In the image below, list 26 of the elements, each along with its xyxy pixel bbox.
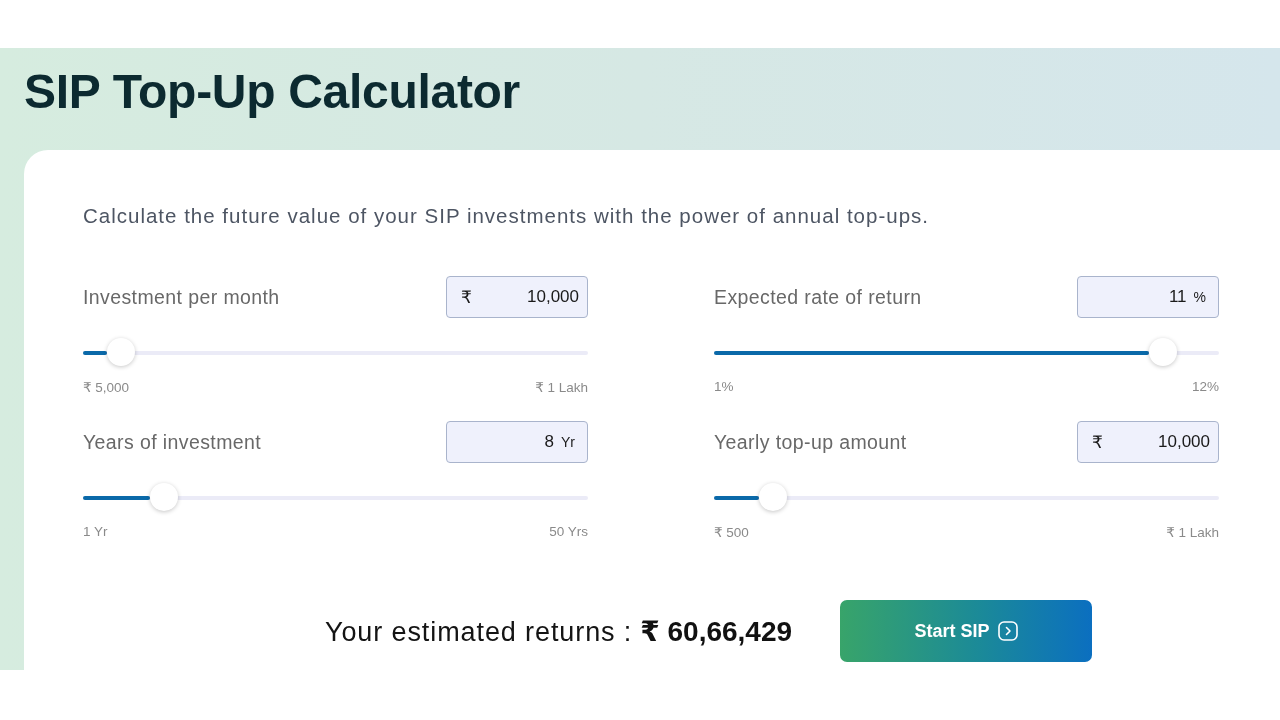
slider-thumb[interactable] xyxy=(106,338,135,366)
field-label: Expected rate of return xyxy=(714,285,922,309)
description-text: Calculate the future value of your SIP investments with the power of annual top-ups. xyxy=(83,204,929,228)
min-label: ₹ 500 xyxy=(714,524,749,540)
field-label: Yearly top-up amount xyxy=(714,430,907,454)
slider-thumb[interactable] xyxy=(1149,338,1178,366)
min-label: 1% xyxy=(714,379,734,394)
value-field[interactable]: ₹ 10,000 xyxy=(446,276,588,318)
min-label: ₹ 5,000 xyxy=(83,379,130,395)
max-label: 12% xyxy=(1191,379,1219,394)
field-label: Years of investment xyxy=(83,430,262,454)
field-label: Investment per month xyxy=(83,285,280,309)
slider-thumb[interactable] xyxy=(759,483,788,511)
slider-thumb[interactable] xyxy=(149,483,178,511)
min-label: 1 Yr xyxy=(83,524,108,539)
max-label: ₹ 1 Lakh xyxy=(1166,524,1219,540)
returns-value: ₹ 60,66,429 xyxy=(640,614,793,648)
start-sip-button[interactable]: Start SIP xyxy=(840,600,1093,662)
value-field[interactable]: 11 % xyxy=(1077,276,1219,318)
page-title: SIP Top-Up Calculator xyxy=(24,63,520,119)
max-label: ₹ 1 Lakh xyxy=(535,379,588,395)
max-label: 50 Yrs xyxy=(549,524,588,539)
value-field[interactable]: ₹ 10,000 xyxy=(1077,421,1219,463)
chevron-square-icon xyxy=(997,621,1018,641)
value-field[interactable]: 8 Yr xyxy=(446,421,588,463)
returns-label: Your estimated returns : xyxy=(325,616,633,648)
